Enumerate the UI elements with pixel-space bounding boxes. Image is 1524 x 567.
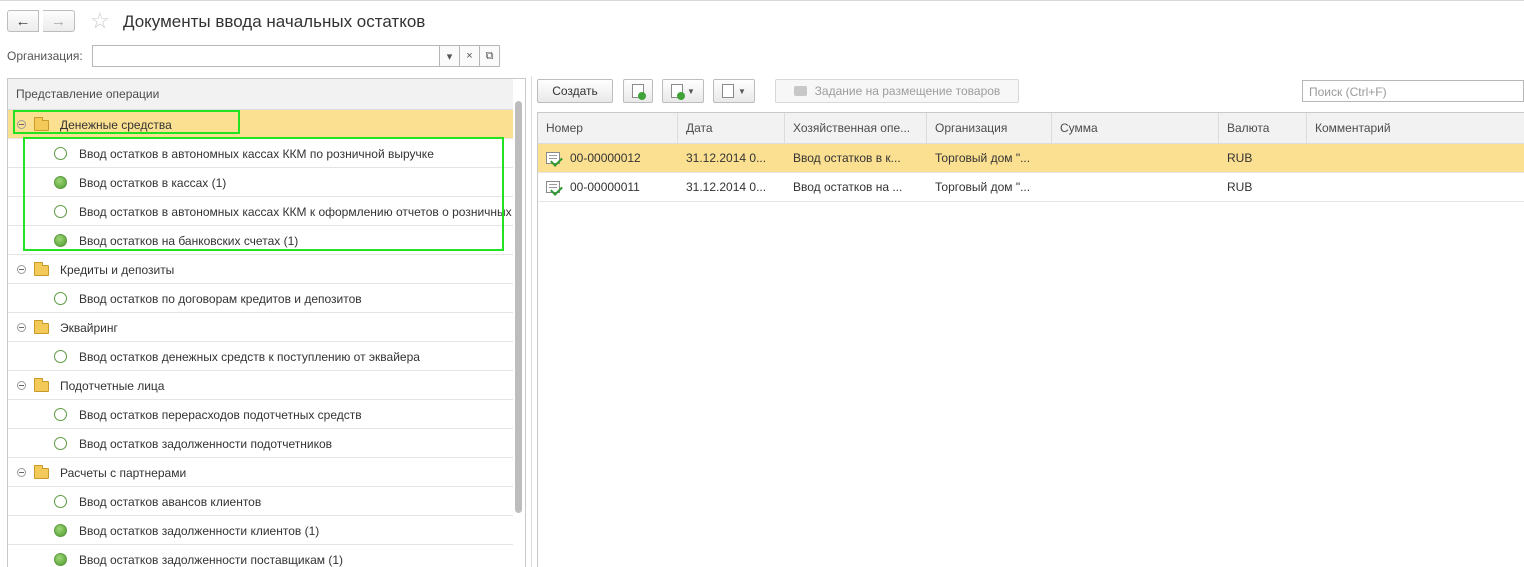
reports-menu-button[interactable]: ▼	[713, 79, 755, 103]
organization-dropdown-button[interactable]: ▾	[439, 45, 460, 67]
forward-button[interactable]: →	[43, 10, 75, 32]
table-row[interactable]: 00-00000012 31.12.2014 0... Ввод остатков …	[538, 144, 1524, 173]
tree-group-row[interactable]: Подотчетные лица	[8, 371, 513, 400]
chevron-down-icon: ▼	[738, 86, 746, 96]
organization-clear-button[interactable]: ×	[459, 45, 480, 67]
tree-item-label: Ввод остатков денежных средств к поступл…	[79, 350, 420, 364]
arrow-right-icon: →	[51, 12, 66, 30]
collapse-toggle-icon[interactable]	[17, 265, 26, 274]
folder-icon	[34, 378, 49, 392]
cell-operation: Ввод остатков на ...	[793, 180, 903, 194]
folder-icon	[34, 320, 49, 334]
column-operation[interactable]: Хозяйственная опе...	[785, 113, 927, 143]
folder-icon	[34, 262, 49, 276]
collapse-toggle-icon[interactable]	[17, 468, 26, 477]
back-button[interactable]: ←	[7, 10, 39, 32]
tree-item-label: Ввод остатков задолженности подотчетнико…	[79, 437, 333, 451]
tree-item-row[interactable]: Ввод остатков авансов клиентов	[8, 487, 513, 516]
cell-currency: RUB	[1227, 180, 1253, 194]
organization-open-button[interactable]: ⧉	[479, 45, 500, 67]
tree-item-row[interactable]: Ввод остатков по договорам кредитов и де…	[8, 284, 513, 313]
cell-date: 31.12.2014 0...	[686, 180, 767, 194]
column-organization[interactable]: Организация	[927, 113, 1052, 143]
create-based-on-button[interactable]	[623, 79, 653, 103]
tree-item-row[interactable]: Ввод остатков денежных средств к поступл…	[8, 342, 513, 371]
cell-sum	[1052, 144, 1219, 172]
column-number[interactable]: Номер	[538, 113, 678, 143]
status-circle-icon	[54, 524, 67, 537]
report-icon	[722, 84, 735, 98]
tree-item-row[interactable]: Ввод остатков задолженности поставщикам …	[8, 545, 513, 567]
status-circle-icon	[54, 292, 67, 305]
search-input[interactable]	[1307, 82, 1521, 102]
tree-item-row[interactable]: Ввод остатков задолженности подотчетнико…	[8, 429, 513, 458]
cell-number: 00-00000011	[570, 180, 640, 194]
organization-label: Организация:	[7, 49, 83, 63]
copy-document-icon	[671, 84, 686, 100]
placement-task-label: Задание на размещение товаров	[814, 84, 1001, 98]
tree-item-label: Ввод остатков задолженности поставщикам …	[79, 553, 344, 567]
status-circle-icon	[54, 437, 67, 450]
table-row[interactable]: 00-00000011 31.12.2014 0... Ввод остатков …	[538, 173, 1524, 202]
new-document-icon	[632, 84, 646, 100]
status-circle-icon	[54, 495, 67, 508]
cell-currency: RUB	[1227, 151, 1253, 165]
search-field[interactable]	[1302, 80, 1524, 102]
panel-splitter[interactable]	[531, 76, 532, 567]
collapse-toggle-icon[interactable]	[17, 381, 26, 390]
tree-item-label: Ввод остатков перерасходов подотчетных с…	[79, 408, 362, 422]
cell-organization: Торговый дом "...	[935, 151, 1031, 165]
tree-item-label: Ввод остатков авансов клиентов	[79, 495, 262, 509]
cell-operation: Ввод остатков в к...	[793, 151, 901, 165]
tree-item-label: Ввод остатков задолженности клиентов (1)	[79, 524, 320, 538]
chevron-down-icon: ▾	[446, 50, 453, 63]
arrow-left-icon: ←	[15, 12, 31, 30]
tree-item-row[interactable]: Ввод остатков задолженности клиентов (1)	[8, 516, 513, 545]
cell-comment	[1307, 144, 1524, 172]
tree-item-row[interactable]: Ввод остатков перерасходов подотчетных с…	[8, 400, 513, 429]
tree-group-label: Подотчетные лица	[60, 379, 165, 393]
printer-icon	[793, 86, 807, 96]
highlight-group-box	[13, 110, 240, 134]
tree-group-row[interactable]: Кредиты и депозиты	[8, 255, 513, 284]
cell-comment	[1307, 173, 1524, 201]
window-top-border	[0, 0, 1524, 1]
status-circle-icon	[54, 553, 67, 566]
page-title: Документы ввода начальных остатков	[123, 12, 426, 31]
cell-date: 31.12.2014 0...	[686, 151, 767, 165]
chevron-down-icon: ▼	[687, 86, 695, 96]
tree-group-label: Эквайринг	[60, 321, 118, 335]
collapse-toggle-icon[interactable]	[17, 323, 26, 332]
column-sum[interactable]: Сумма	[1052, 113, 1219, 143]
open-icon: ⧉	[485, 49, 494, 62]
cell-sum	[1052, 173, 1219, 201]
column-currency[interactable]: Валюта	[1219, 113, 1307, 143]
grid-header: Номер Дата Хозяйственная опе... Организа…	[538, 113, 1524, 144]
organization-input[interactable]	[92, 45, 440, 67]
status-circle-icon	[54, 350, 67, 363]
tree-header: Представление операции	[8, 79, 513, 110]
tree-group-label: Кредиты и депозиты	[60, 263, 175, 277]
tree-group-label: Расчеты с партнерами	[60, 466, 187, 480]
close-icon: ×	[466, 50, 473, 62]
cell-number: 00-00000012	[570, 151, 641, 165]
tree-item-label: Ввод остатков по договорам кредитов и де…	[79, 292, 362, 306]
highlight-items-box	[23, 137, 504, 251]
tree-group-row[interactable]: Эквайринг	[8, 313, 513, 342]
favorite-star-icon[interactable]: ☆	[90, 9, 110, 33]
tree-scrollbar[interactable]	[515, 101, 522, 513]
folder-icon	[34, 465, 49, 479]
copy-menu-button[interactable]: ▼	[662, 79, 704, 103]
tree-group-row[interactable]: Расчеты с партнерами	[8, 458, 513, 487]
placement-task-button[interactable]: Задание на размещение товаров	[775, 79, 1019, 103]
create-button[interactable]: Создать	[537, 79, 613, 103]
status-circle-icon	[54, 408, 67, 421]
column-comment[interactable]: Комментарий	[1307, 113, 1524, 143]
column-date[interactable]: Дата	[678, 113, 785, 143]
cell-organization: Торговый дом "...	[935, 180, 1031, 194]
